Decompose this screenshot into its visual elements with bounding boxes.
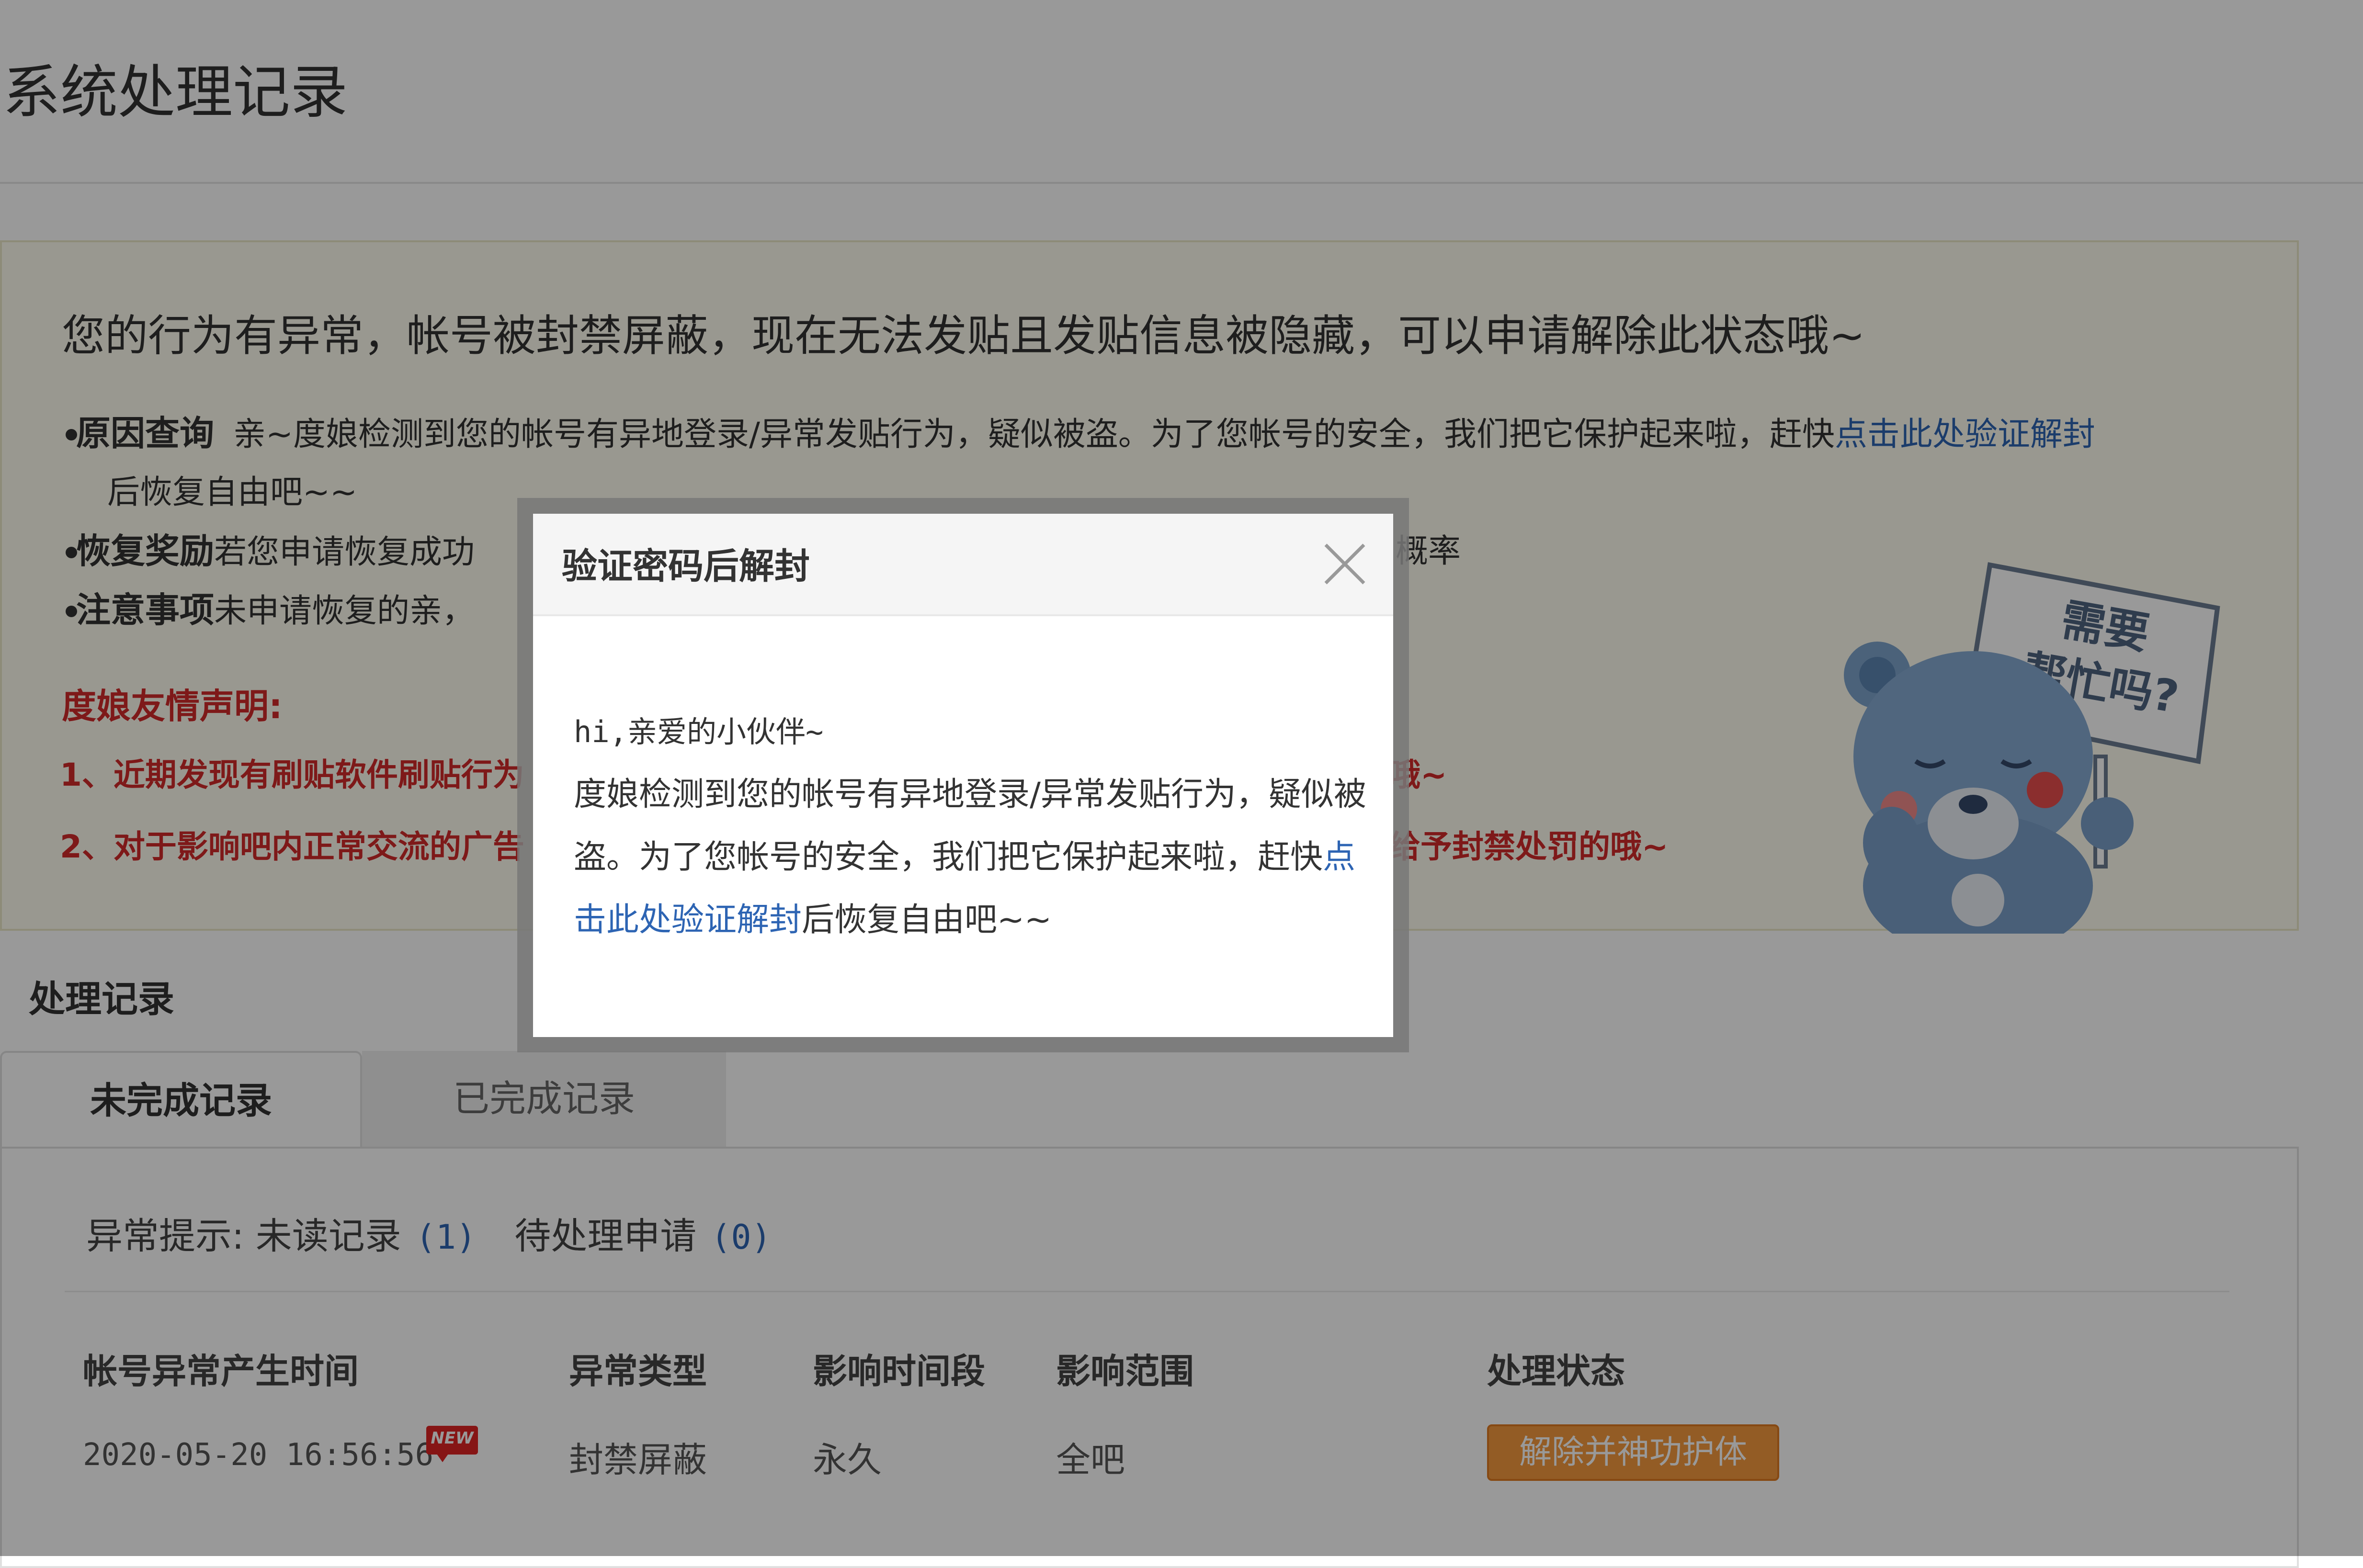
modal-greeting: hi,亲爱的小伙伴~ xyxy=(574,714,824,749)
modal-message: 度娘检测到您的帐号有异地登录/异常发贴行为，疑似被盗。为了您帐号的安全，我们把它… xyxy=(574,763,1378,951)
page: 系统处理记录 您的行为有异常，帐号被封禁屏蔽，现在无法发贴且发贴信息被隐藏，可以… xyxy=(0,0,2363,1568)
modal-header: 验证密码后解封 xyxy=(533,514,1393,616)
modal-title: 验证密码后解封 xyxy=(562,546,810,587)
modal-body: hi,亲爱的小伙伴~ 度娘检测到您的帐号有异地登录/异常发贴行为，疑似被盗。为了… xyxy=(574,700,1378,951)
verify-password-modal: 验证密码后解封 hi,亲爱的小伙伴~ 度娘检测到您的帐号有异地登录/异常发贴行为… xyxy=(533,514,1393,1037)
modal-message-text: 度娘检测到您的帐号有异地登录/异常发贴行为，疑似被盗。为了您帐号的安全，我们把它… xyxy=(574,776,1366,876)
close-icon[interactable] xyxy=(1318,538,1371,590)
modal-message-tail: 后恢复自由吧~~ xyxy=(802,901,1052,939)
